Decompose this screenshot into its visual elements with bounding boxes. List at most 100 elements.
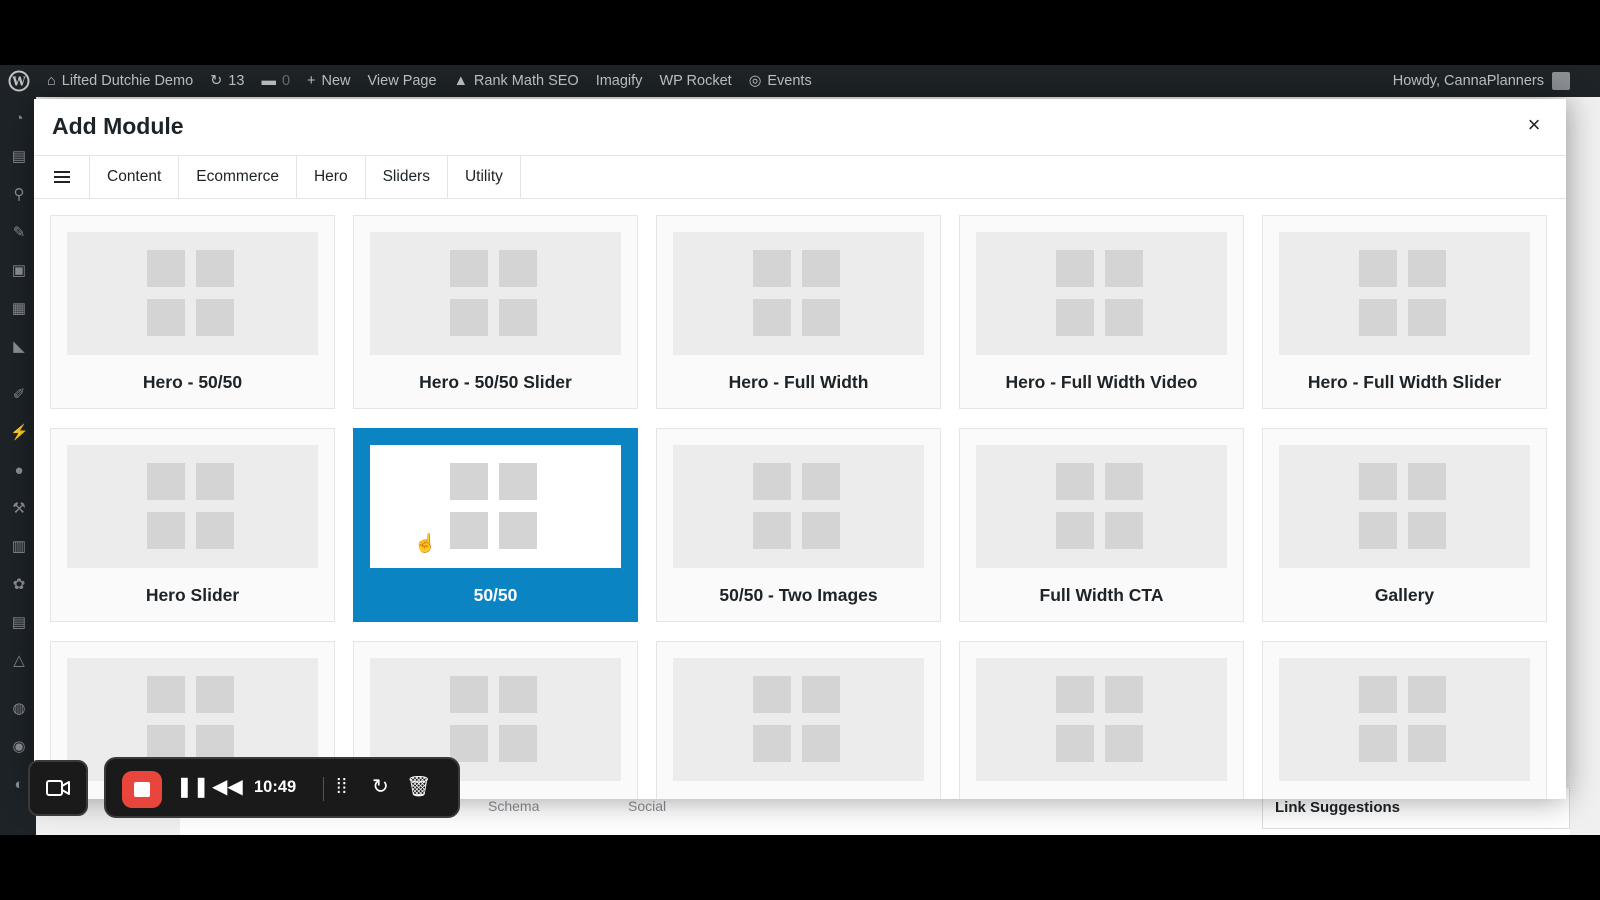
restart-icon[interactable]: ↻ (372, 775, 389, 799)
leaf-icon[interactable]: ✿ (10, 577, 28, 593)
module-card[interactable]: ☝ 50/50 (353, 428, 638, 622)
tab-social[interactable]: Social (628, 798, 666, 814)
pause-icon[interactable]: ❚❚ (176, 775, 210, 799)
tab-schema[interactable]: Schema (488, 798, 539, 814)
thumbnail-square (753, 512, 791, 549)
rank-math-link[interactable]: ▲ Rank Math SEO (454, 73, 579, 89)
thumbnail-square (147, 512, 185, 549)
module-card[interactable]: Gallery (1262, 428, 1547, 622)
calendar-icon: ◎ (748, 73, 762, 89)
wp-rocket-link[interactable]: WP Rocket (659, 73, 731, 89)
store-icon[interactable]: ▦ (10, 301, 28, 317)
wordpress-logo-icon[interactable]: W (8, 70, 30, 92)
lightbulb-icon[interactable]: ◍ (10, 701, 28, 717)
thumbnail-square (1408, 250, 1446, 287)
thumbnail-square (802, 512, 840, 549)
dashboard-icon[interactable]: ◔ (10, 111, 28, 127)
module-card[interactable] (959, 641, 1244, 799)
tab-hero[interactable]: Hero (297, 156, 366, 198)
rank-math-label: Rank Math SEO (473, 73, 579, 89)
site-name-link[interactable]: ⌂ Lifted Dutchie Demo (47, 73, 193, 89)
rewind-icon[interactable]: ◀◀ (212, 775, 243, 799)
updates-icon: ↻ (210, 73, 223, 89)
tab-ecommerce[interactable]: Ecommerce (179, 156, 297, 198)
media-icon[interactable]: ▣ (10, 263, 28, 279)
tab-content[interactable]: Content (90, 156, 180, 198)
imagify-label: Imagify (595, 73, 643, 89)
module-card[interactable]: Hero - 50/50 (50, 215, 335, 409)
tab-sliders[interactable]: Sliders (366, 156, 448, 198)
module-thumbnail-icon (67, 232, 318, 355)
module-card-label: Hero - Full Width (728, 372, 869, 392)
updates-link[interactable]: ↻ 13 (210, 73, 244, 89)
plugins-icon[interactable]: ⚡ (10, 425, 29, 441)
posts-icon[interactable]: ▤ (10, 149, 28, 165)
module-card-label: Hero - Full Width Slider (1307, 372, 1502, 392)
thumbnail-square (1105, 725, 1143, 762)
thumbnail-square (499, 676, 537, 713)
module-card-label: 50/50 (473, 585, 518, 605)
view-page-link[interactable]: View Page (368, 73, 437, 89)
module-card[interactable]: Hero - Full Width Video (959, 215, 1244, 409)
module-card[interactable]: Hero Slider (50, 428, 335, 622)
thumbnail-square (1105, 250, 1143, 287)
module-category-tabs: Content Ecommerce Hero Sliders Utility (34, 156, 1566, 199)
account-menu[interactable]: Howdy, CannaPlanners (1393, 65, 1570, 97)
imagify-link[interactable]: Imagify (596, 73, 643, 89)
comments-link[interactable]: ▬ 0 (261, 73, 290, 89)
thumbnail-square (1105, 676, 1143, 713)
module-card[interactable]: Hero - 50/50 Slider (353, 215, 638, 409)
thumbnail-square (147, 676, 185, 713)
module-card[interactable]: Hero - Full Width Slider (1262, 215, 1547, 409)
video-camera-icon (46, 780, 70, 796)
module-card[interactable] (656, 641, 941, 799)
module-thumbnail-icon (1279, 445, 1530, 568)
thumbnail-square (1105, 299, 1143, 336)
module-thumbnail-icon (1279, 658, 1530, 781)
thumbnail-square (499, 299, 537, 336)
divider (323, 777, 324, 801)
tab-utility[interactable]: Utility (448, 156, 521, 198)
thumbnail-square (753, 676, 791, 713)
module-card[interactable] (1262, 641, 1547, 799)
close-button[interactable]: × (1522, 113, 1546, 137)
camera-toggle-button[interactable] (28, 760, 88, 816)
all-modules-menu-button[interactable] (34, 156, 90, 198)
location-icon[interactable]: ⚲ (10, 187, 28, 203)
users-icon[interactable]: ● (10, 463, 28, 479)
circle-logo-icon[interactable]: ◉ (10, 739, 28, 755)
grid-dots-icon[interactable]: ⁞⁞ (336, 775, 347, 799)
comment-icon: ▬ (261, 73, 276, 89)
recording-timer: 10:49 (254, 778, 297, 796)
new-content-link[interactable]: + New (307, 73, 350, 89)
pin-icon[interactable]: ✎ (10, 225, 28, 241)
events-link[interactable]: ◎ Events (749, 73, 812, 89)
settings-dial-icon[interactable]: ◐ (10, 777, 28, 793)
thumbnail-square (1408, 725, 1446, 762)
modal-header: Add Module × (34, 99, 1566, 156)
thumbnail-square (499, 512, 537, 549)
module-thumbnail-icon: ☝ (370, 445, 621, 568)
stop-recording-button[interactable] (122, 771, 162, 808)
table-icon[interactable]: ▤ (10, 615, 28, 631)
thumbnail-square (1359, 463, 1397, 500)
settings-icon[interactable]: ▥ (10, 539, 28, 555)
tools-icon[interactable]: ⚒ (10, 501, 28, 517)
triangle-icon[interactable]: △ (10, 653, 28, 669)
thumbnail-square (753, 299, 791, 336)
plus-icon: + (307, 73, 316, 89)
wp-rocket-label: WP Rocket (659, 73, 732, 89)
thumbnail-square (499, 463, 537, 500)
module-thumbnail-icon (1279, 232, 1530, 355)
thumbnail-square (802, 725, 840, 762)
thumbnail-square (1056, 299, 1094, 336)
module-card[interactable]: Full Width CTA (959, 428, 1244, 622)
appearance-icon[interactable]: ✐ (10, 387, 28, 403)
module-card[interactable]: Hero - Full Width (656, 215, 941, 409)
module-card[interactable]: 50/50 - Two Images (656, 428, 941, 622)
trash-icon[interactable]: 🗑 (406, 775, 431, 799)
feedback-icon[interactable]: ◣ (10, 339, 28, 355)
thumbnail-square (1359, 299, 1397, 336)
thumbnail-square (196, 512, 234, 549)
module-thumbnail-icon (976, 658, 1227, 781)
